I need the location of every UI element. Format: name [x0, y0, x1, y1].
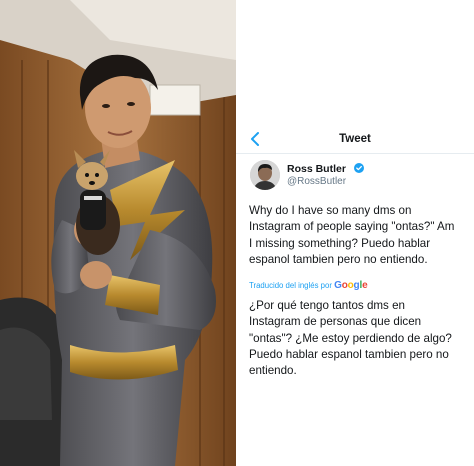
tweet-panel: Tweet Ross Butler @RossButler Why do I h…	[236, 0, 474, 466]
translation-label: Traducido del inglés por	[249, 281, 332, 290]
google-logo: Google	[334, 280, 368, 291]
costume-photo	[0, 0, 236, 466]
translation-attribution[interactable]: Traducido del inglés por Google	[249, 280, 464, 294]
tweet-text: Why do I have so many dms on Instagram o…	[249, 204, 455, 266]
avatar[interactable]	[250, 160, 280, 190]
avatar-image	[250, 160, 280, 190]
tweet-author: Ross Butler @RossButler	[250, 160, 460, 192]
tweet-header-bar: Tweet	[236, 126, 474, 154]
verified-badge-icon	[354, 163, 364, 173]
translated-tweet-text: ¿Por qué tengo tantos dms en Instagram d…	[249, 299, 452, 378]
author-handle[interactable]: @RossButler	[287, 176, 346, 187]
page-title: Tweet	[339, 133, 371, 145]
author-display-name[interactable]: Ross Butler	[287, 163, 346, 175]
photo-illustration	[0, 0, 236, 466]
